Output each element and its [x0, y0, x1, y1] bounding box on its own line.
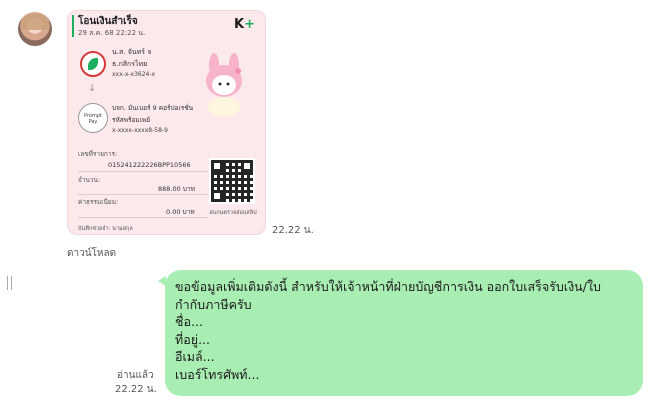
slip-date: 29 ส.ค. 68 22:22 น.	[78, 29, 146, 37]
receiver-bank: รหัสพร้อมเพย์	[112, 116, 151, 124]
message-line: ที่อยู่...	[175, 331, 210, 347]
download-link[interactable]: ดาวน์โหลด	[67, 246, 116, 261]
message-line: ชื่อ...	[175, 314, 203, 329]
qr-finder	[241, 160, 253, 172]
divider	[78, 217, 208, 218]
user-avatar[interactable]	[18, 12, 52, 46]
message-line: เบอร์โทรศัพท์...	[175, 366, 260, 382]
receiver-account: x-xxxx-xxxx8-58-9	[112, 127, 168, 134]
drag-handle-icon[interactable]	[7, 276, 12, 290]
fee-label: ค่าธรรมเนียม:	[78, 198, 119, 206]
kplus-logo: K+	[234, 17, 255, 32]
receiver-name: บจก. มันเบอร์ 9 คอร์ปอเรชั่น	[112, 104, 194, 112]
amount-value: 888.00 บาท	[158, 185, 195, 193]
qr-pattern	[211, 160, 253, 202]
sender-account: xxx-x-x3624-x	[112, 71, 156, 78]
message-bubble[interactable]: ขอข้อมูลเพิ่มเติมดังนี้ สำหรับให้เจ้าหน้…	[165, 270, 643, 396]
qr-finder	[211, 160, 223, 172]
qr-code-icon	[209, 158, 255, 204]
transfer-slip-image[interactable]: โอนเงินสำเร็จ 29 ส.ค. 68 22:22 น. K+ น.ส…	[67, 10, 266, 235]
message-line: อีเมล์...	[175, 349, 215, 364]
divider	[78, 194, 208, 195]
slip-header: โอนเงินสำเร็จ 29 ส.ค. 68 22:22 น. K+	[68, 11, 265, 41]
slip-title: โอนเงินสำเร็จ	[78, 16, 138, 27]
message-time: 22.22 น.	[272, 225, 314, 236]
message-line: ขอข้อมูลเพิ่มเติมดังนี้ สำหรับให้เจ้าหน้…	[175, 279, 601, 294]
message-time: 22.22 น.	[115, 384, 157, 395]
sender-name: น.ส. จันทร์ จ	[112, 48, 152, 56]
amount-label: จำนวน:	[78, 176, 101, 184]
kasikorn-bank-icon	[80, 51, 106, 77]
my-melody-sticker	[206, 53, 242, 117]
message-line: กำกับภาษีครับ	[175, 296, 252, 312]
divider	[78, 171, 208, 172]
promptpay-icon: Prompt Pay	[78, 103, 108, 133]
sender-bank: ธ.กสิกรไทย	[112, 60, 148, 68]
qr-caption: สแกนตรวจสอบสลิป	[209, 210, 257, 216]
fee-value: 0.00 บาท	[166, 208, 195, 216]
read-status: อ่านแล้ว	[117, 370, 154, 381]
arrow-down-icon: ↓	[88, 83, 97, 94]
slip-accent-bar	[72, 15, 74, 37]
memo: บันทึกช่วยจำ: นามสกุล	[78, 226, 133, 232]
ref-value: 015241222226BPP10566	[108, 161, 191, 169]
avatar-hair	[21, 14, 49, 30]
ref-label: เลขที่รายการ:	[78, 150, 118, 158]
qr-finder	[211, 190, 223, 202]
